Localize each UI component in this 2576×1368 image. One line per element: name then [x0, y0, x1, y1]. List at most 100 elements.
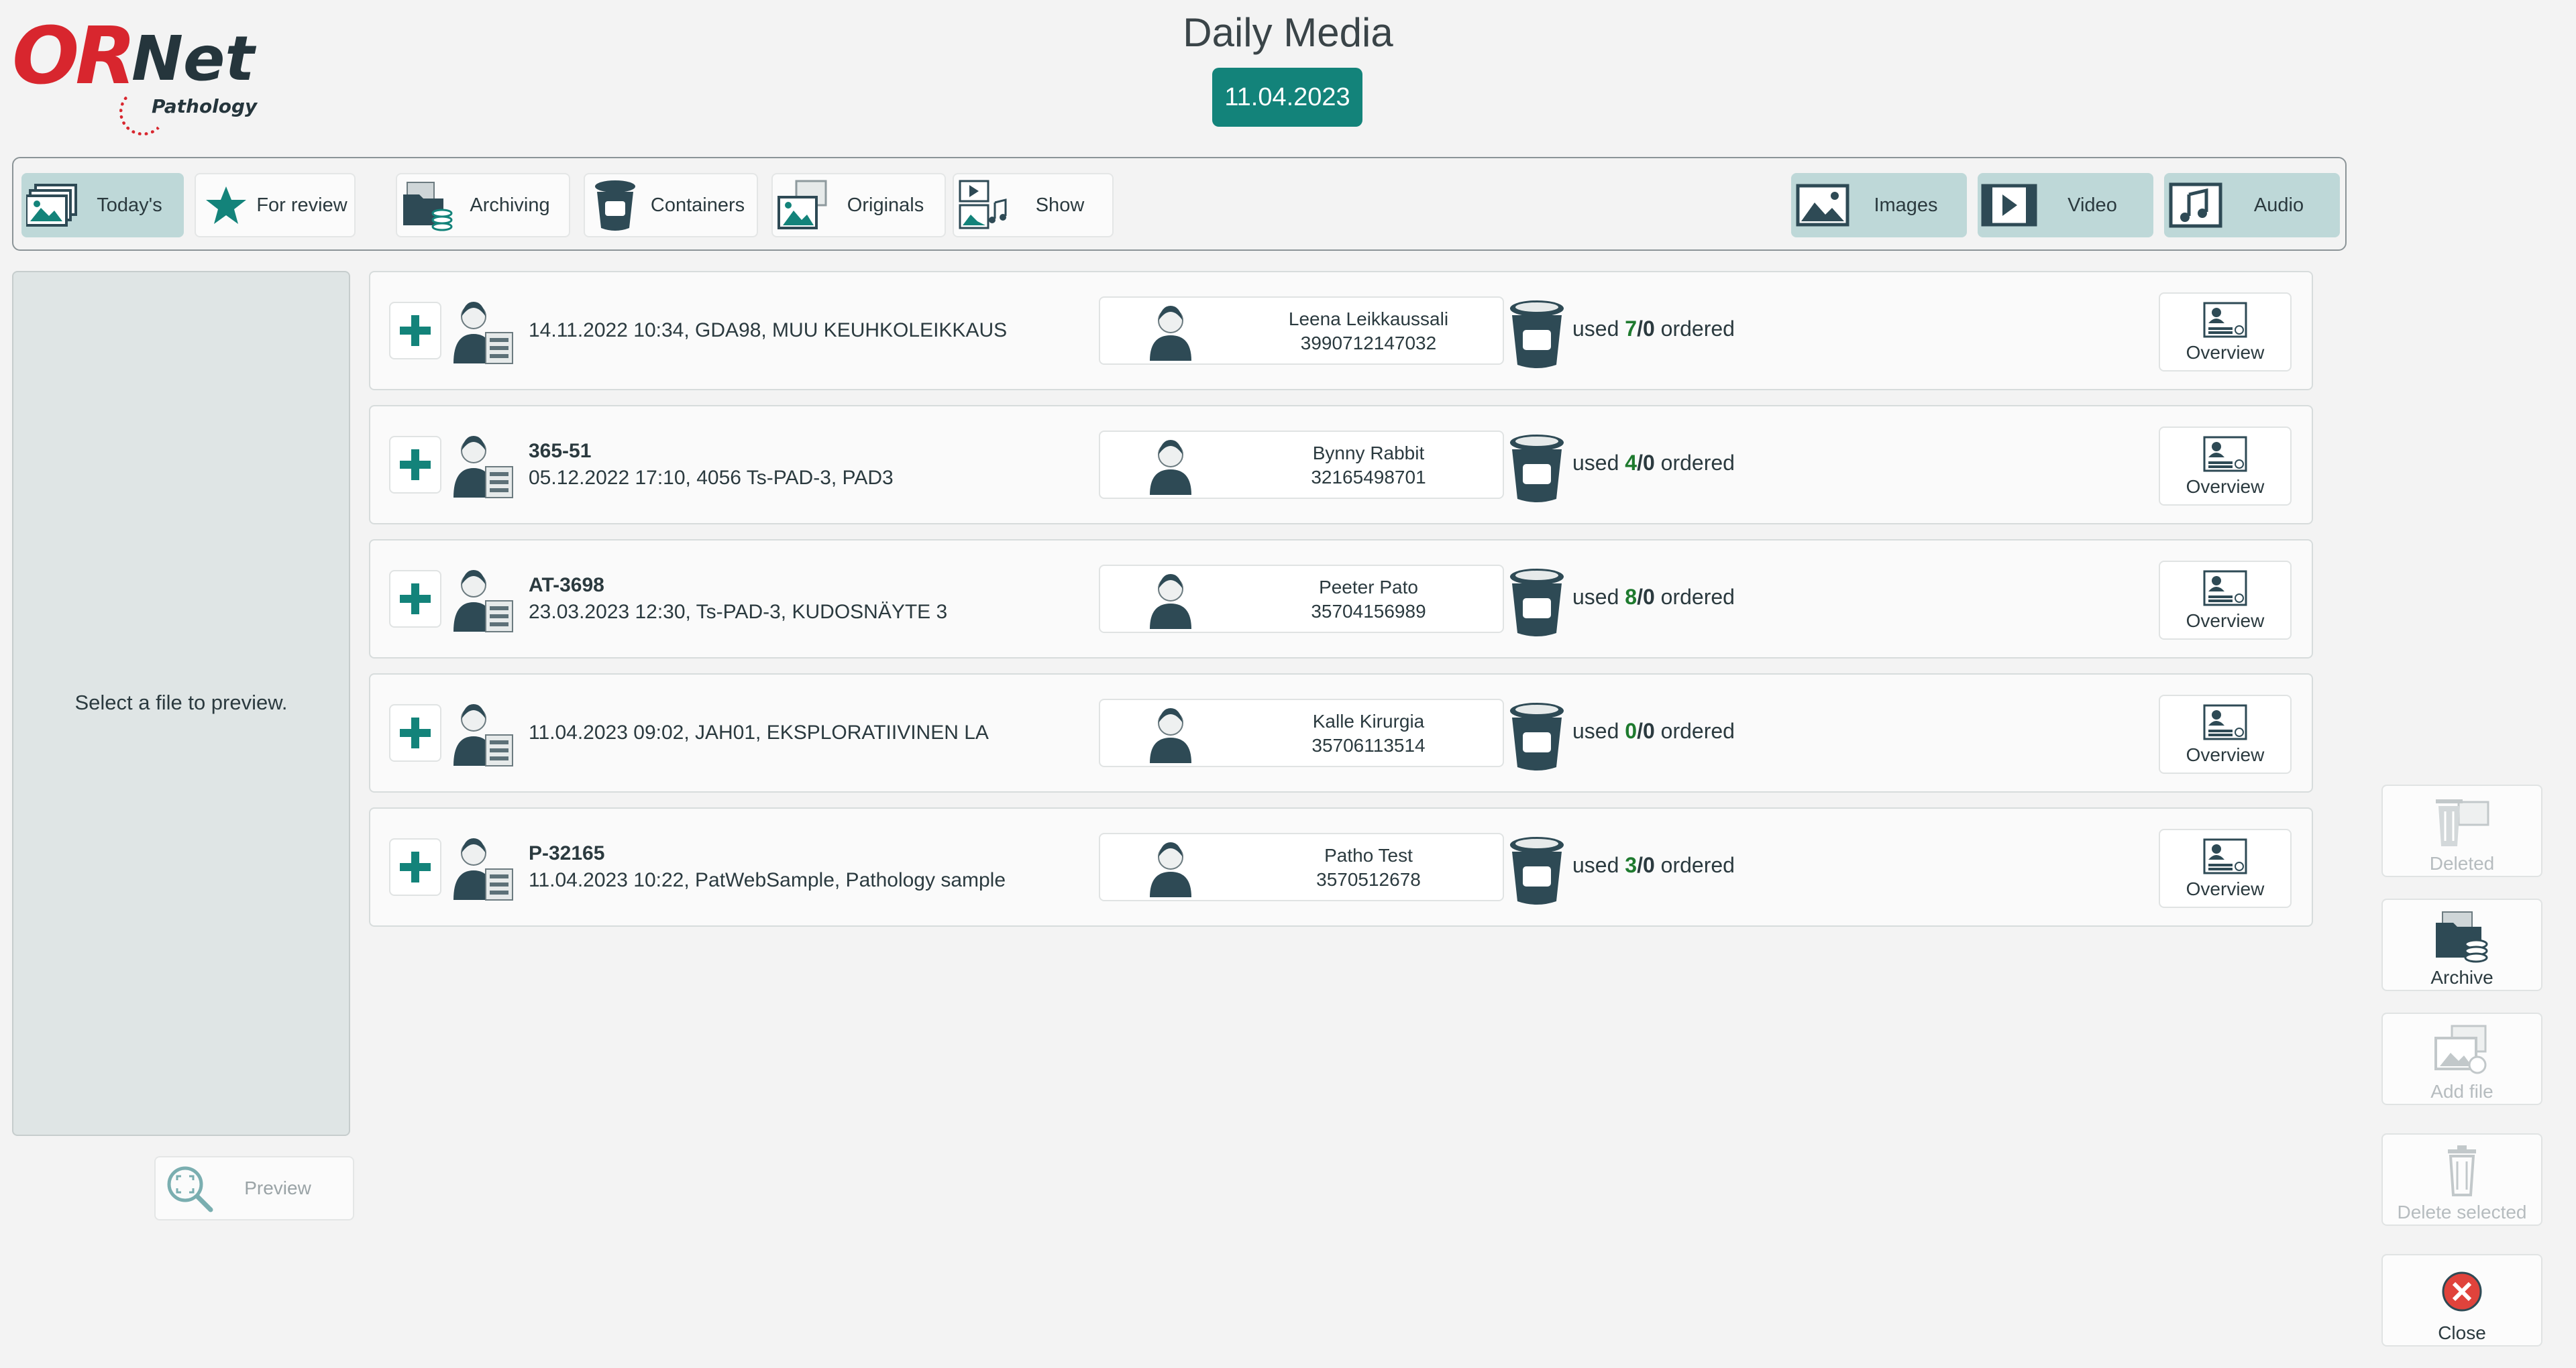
- archive-folder-icon: [397, 175, 458, 235]
- todays-button[interactable]: Today's: [21, 173, 184, 237]
- preview-button[interactable]: Preview: [154, 1156, 354, 1220]
- used-separator: /: [1637, 719, 1643, 743]
- originals-images-icon: [773, 175, 833, 235]
- patient-info[interactable]: Peeter Pato 35704156989: [1099, 565, 1504, 633]
- video-icon: [1979, 175, 2039, 235]
- add-media-button[interactable]: [389, 436, 441, 494]
- ordered-label: ordered: [1660, 585, 1735, 609]
- patient-avatar-icon: [1150, 440, 1191, 495]
- case-id: P-32165: [529, 842, 605, 864]
- ordered-label: ordered: [1660, 317, 1735, 341]
- overview-label: Overview: [2186, 342, 2265, 363]
- patient-info[interactable]: Leena Leikkaussali 3990712147032: [1099, 296, 1504, 365]
- ordered-label: ordered: [1660, 451, 1735, 475]
- container-icon: [1510, 300, 1564, 368]
- originals-button[interactable]: Originals: [771, 173, 946, 237]
- toolbar: Today's For review Archiving Containers …: [12, 157, 2347, 251]
- used-value: 8: [1625, 585, 1638, 609]
- archiving-button[interactable]: Archiving: [396, 173, 570, 237]
- containers-button[interactable]: Containers: [584, 173, 758, 237]
- music-icon: [2165, 175, 2226, 235]
- images-label: Images: [1874, 194, 1938, 216]
- overview-button[interactable]: Overview: [2159, 426, 2292, 506]
- deleted-button[interactable]: Deleted: [2381, 785, 2542, 877]
- archive-button[interactable]: Archive: [2381, 899, 2542, 991]
- overview-label: Overview: [2186, 610, 2265, 631]
- patient-name: Peeter Pato: [1319, 577, 1418, 597]
- trash-icon: [2448, 1145, 2476, 1196]
- patient-record-icon: [453, 570, 513, 632]
- used-label: used: [1572, 585, 1619, 609]
- used-separator: /: [1637, 853, 1643, 877]
- patient-avatar-icon: [1150, 574, 1191, 629]
- container-icon: [1510, 435, 1564, 502]
- patient-avatar-icon: [1150, 842, 1191, 897]
- overview-icon: [2203, 570, 2247, 606]
- plus-icon: [400, 583, 431, 614]
- add-media-button[interactable]: [389, 302, 441, 359]
- ordered-value: 0: [1642, 719, 1655, 743]
- overview-button[interactable]: Overview: [2159, 695, 2292, 774]
- usage-count: used 0/0 ordered: [1572, 719, 1735, 744]
- video-filter-button[interactable]: Video: [1978, 173, 2153, 237]
- overview-icon: [2203, 838, 2247, 874]
- patient-info[interactable]: Kalle Kirurgia 35706113514: [1099, 699, 1504, 767]
- patient-name: Patho Test: [1324, 845, 1413, 866]
- case-row[interactable]: 11.04.2023 09:02, JAH01, EKSPLORATIIVINE…: [369, 673, 2313, 793]
- close-icon: [2442, 1271, 2482, 1312]
- ordered-value: 0: [1642, 451, 1655, 475]
- usage-count: used 7/0 ordered: [1572, 317, 1735, 341]
- overview-button[interactable]: Overview: [2159, 292, 2292, 372]
- used-separator: /: [1637, 585, 1643, 609]
- container-icon: [1510, 703, 1564, 771]
- ordered-value: 0: [1642, 317, 1655, 341]
- overview-label: Overview: [2186, 878, 2265, 899]
- container-icon: [1510, 569, 1564, 636]
- overview-button[interactable]: Overview: [2159, 829, 2292, 908]
- delete-selected-button[interactable]: Delete selected: [2381, 1133, 2542, 1226]
- originals-label: Originals: [847, 194, 924, 216]
- patient-id: 35704156989: [1311, 601, 1426, 622]
- add-file-button[interactable]: Add file: [2381, 1013, 2542, 1105]
- overview-icon: [2203, 302, 2247, 338]
- case-info: AT-3698 23.03.2023 12:30, Ts-PAD-3, KUDO…: [529, 540, 947, 657]
- patient-avatar-icon: [1150, 708, 1191, 763]
- logo-pathology: Pathology: [152, 95, 258, 117]
- archive-label: Archive: [2430, 967, 2493, 988]
- case-row[interactable]: P-32165 11.04.2023 10:22, PatWebSample, …: [369, 807, 2313, 927]
- patient-info[interactable]: Bynny Rabbit 32165498701: [1099, 431, 1504, 499]
- add-media-button[interactable]: [389, 570, 441, 628]
- todays-label: Today's: [97, 194, 162, 216]
- close-label: Close: [2438, 1322, 2486, 1343]
- case-id: 365-51: [529, 440, 592, 462]
- ordered-label: ordered: [1660, 853, 1735, 877]
- case-row[interactable]: AT-3698 23.03.2023 12:30, Ts-PAD-3, KUDO…: [369, 539, 2313, 659]
- patient-id: 35706113514: [1311, 735, 1426, 756]
- preview-button-label: Preview: [244, 1178, 311, 1198]
- audio-filter-button[interactable]: Audio: [2164, 173, 2340, 237]
- patient-record-icon: [453, 838, 513, 901]
- patient-info[interactable]: Patho Test 3570512678: [1099, 833, 1504, 901]
- used-label: used: [1572, 317, 1619, 341]
- date-badge[interactable]: 11.04.2023: [1212, 68, 1362, 127]
- used-label: used: [1572, 719, 1619, 743]
- deleted-label: Deleted: [2429, 853, 2495, 874]
- case-row[interactable]: 14.11.2022 10:34, GDA98, MUU KEUHKOLEIKK…: [369, 271, 2313, 390]
- add-media-button[interactable]: [389, 704, 441, 762]
- ordered-value: 0: [1642, 585, 1655, 609]
- show-label: Show: [1035, 194, 1085, 216]
- add-image-icon: [2434, 1025, 2487, 1074]
- ordered-label: ordered: [1660, 719, 1735, 743]
- close-button[interactable]: Close: [2381, 1254, 2542, 1347]
- patient-name: Bynny Rabbit: [1312, 443, 1425, 463]
- show-button[interactable]: Show: [953, 173, 1114, 237]
- overview-icon: [2203, 436, 2247, 472]
- case-row[interactable]: 365-51 05.12.2022 17:10, 4056 Ts-PAD-3, …: [369, 405, 2313, 524]
- overview-button[interactable]: Overview: [2159, 561, 2292, 640]
- add-media-button[interactable]: [389, 838, 441, 896]
- images-filter-button[interactable]: Images: [1791, 173, 1967, 237]
- for-review-button[interactable]: For review: [195, 173, 356, 237]
- preview-panel: Select a file to preview.: [12, 271, 350, 1136]
- delete-selected-label: Delete selected: [2397, 1202, 2527, 1222]
- patient-id: 32165498701: [1311, 467, 1426, 488]
